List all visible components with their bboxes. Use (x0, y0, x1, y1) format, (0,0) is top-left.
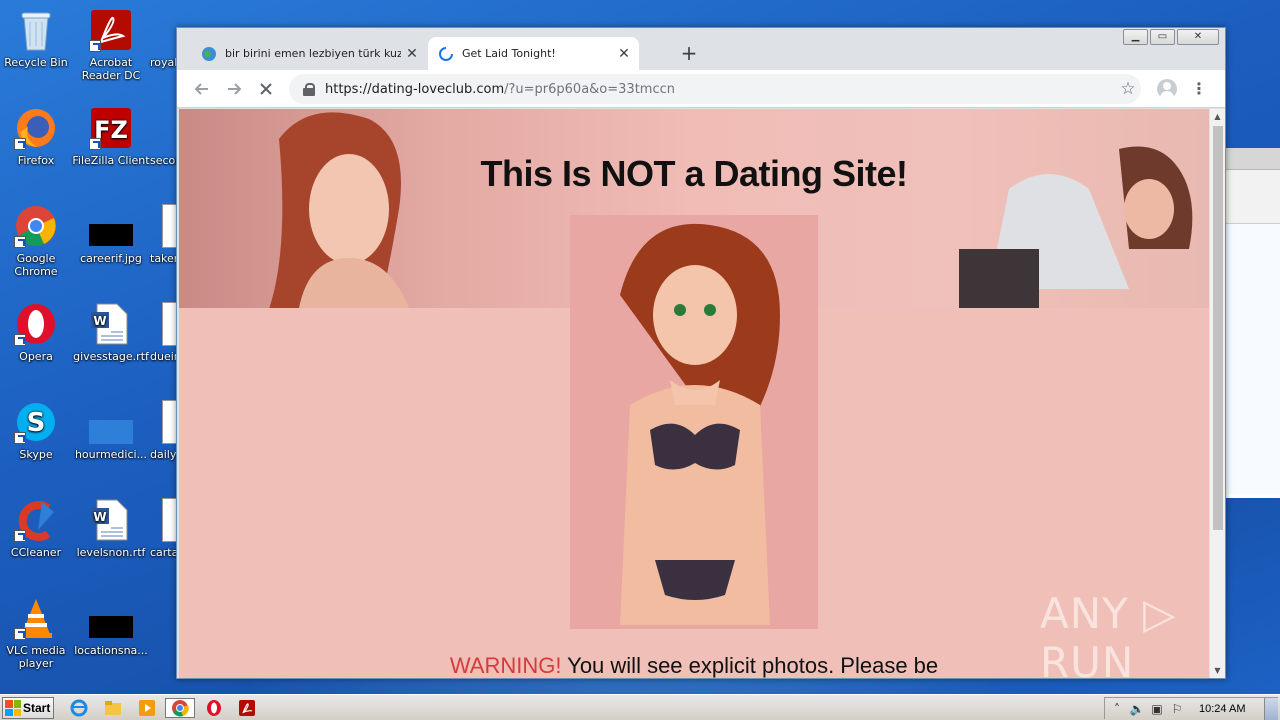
explorer-taskbar-icon[interactable] (102, 698, 124, 718)
acrobat-taskbar-icon[interactable] (236, 698, 258, 718)
image-file-icon (89, 204, 133, 248)
minimize-button[interactable]: ▁ (1123, 29, 1148, 45)
bookmark-star-icon[interactable]: ☆ (1117, 78, 1139, 100)
address-bar[interactable]: https://dating-loveclub.com/?u=pr6p60a&o… (289, 74, 1141, 104)
recycle-bin-icon (14, 8, 58, 52)
new-tab-button[interactable]: + (677, 41, 701, 65)
browser-toolbar: https://dating-loveclub.com/?u=pr6p60a&o… (177, 70, 1225, 108)
desktop-icon-opera[interactable]: Opera (0, 302, 78, 363)
back-button[interactable] (191, 78, 213, 100)
page-headline: This Is NOT a Dating Site! (480, 153, 908, 194)
desktop-icon-levelsnon[interactable]: W levelsnon.rtf (69, 498, 153, 559)
arrow-right-icon (228, 83, 242, 95)
close-window-button[interactable]: ✕ (1177, 29, 1219, 45)
url-path: /?u=pr6p60a&o=33tmccn (504, 81, 675, 97)
ie-taskbar-icon[interactable] (68, 698, 90, 718)
desktop-icon-filezilla[interactable]: FZ FileZilla Client (69, 106, 153, 167)
browser-window: bir birini emen lezbiyen türk kuzenler ✕… (176, 27, 1226, 679)
blue-file-icon (89, 400, 133, 444)
opera-icon (14, 302, 58, 346)
desktop-icon-locationsna[interactable]: locationsna... (69, 596, 153, 657)
kebab-menu-icon[interactable]: ⋮ (1191, 78, 1207, 100)
system-tray: ˄ 🔈 ▣ ⚐ 10:24 AM (1104, 697, 1278, 720)
desktop-icon-chrome[interactable]: Google Chrome (0, 204, 78, 278)
scroll-up-icon[interactable]: ▲ (1210, 109, 1225, 124)
ccleaner-icon (14, 498, 58, 542)
skype-icon: S (14, 400, 58, 444)
desktop-icon-vlc[interactable]: VLC media player (0, 596, 78, 670)
show-hidden-icons-icon[interactable]: ˄ (1109, 702, 1125, 716)
image-file-icon (89, 596, 133, 640)
tab-title: Get Laid Tonight! (462, 47, 556, 60)
stop-x-icon (260, 83, 272, 95)
windows-logo-icon (5, 700, 21, 716)
word-doc-icon: W (89, 302, 133, 346)
svg-text:W: W (93, 314, 106, 328)
anyrun-watermark: ANY ▷ RUN (1040, 589, 1177, 687)
globe-favicon-icon (201, 46, 217, 62)
arrow-left-icon (194, 83, 208, 95)
warning-message: You will see explicit photos. Please be (567, 653, 939, 678)
desktop-icon-skype[interactable]: S Skype (0, 400, 78, 461)
start-button[interactable]: Start (2, 697, 54, 719)
acrobat-icon (89, 8, 133, 52)
tab-active[interactable]: Get Laid Tonight! ✕ (428, 37, 639, 70)
scrollbar-thumb[interactable] (1213, 126, 1223, 530)
svg-text:S: S (27, 408, 46, 438)
action-center-flag-icon[interactable]: ⚐ (1169, 702, 1185, 716)
desktop-icon-ccleaner[interactable]: CCleaner (0, 498, 78, 559)
desktop-icon-recycle-bin[interactable]: Recycle Bin (0, 8, 78, 69)
svg-text:W: W (93, 510, 106, 524)
volume-icon[interactable]: 🔈 (1129, 702, 1145, 716)
tab-close-icon[interactable]: ✕ (613, 46, 635, 62)
desktop-icon-firefox[interactable]: Firefox (0, 106, 78, 167)
lock-icon (303, 83, 315, 96)
chrome-taskbar-icon[interactable] (165, 698, 195, 718)
desktop-icon-hourmedici[interactable]: hourmedici... (69, 400, 153, 461)
url-host: https://dating-loveclub.com (325, 81, 505, 97)
show-desktop-button[interactable] (1264, 698, 1278, 720)
hero-illustration (570, 215, 818, 629)
taskbar-clock[interactable]: 10:24 AM (1199, 703, 1245, 715)
stop-loading-button[interactable] (255, 78, 277, 100)
vlc-icon (14, 596, 58, 640)
filezilla-icon: FZ (89, 106, 133, 150)
desktop-icon-careerif[interactable]: careerif.jpg (69, 204, 153, 265)
media-player-taskbar-icon[interactable] (136, 698, 158, 718)
firefox-icon (14, 106, 58, 150)
word-doc-icon: W (89, 498, 133, 542)
desktop-icon-acrobat[interactable]: Acrobat Reader DC (69, 8, 153, 82)
taskbar: Start ˄ 🔈 ▣ ⚐ 10:24 AM (0, 694, 1280, 720)
opera-taskbar-icon[interactable] (203, 698, 225, 718)
desktop-icon-givesstage[interactable]: W givesstage.rtf (69, 302, 153, 363)
warning-label: WARNING! (449, 653, 562, 678)
banner-figure-left (269, 112, 409, 308)
window-controls: ▁ ▭ ✕ (1121, 29, 1219, 45)
forward-button[interactable] (223, 78, 245, 100)
maximize-button[interactable]: ▭ (1150, 29, 1175, 45)
network-icon[interactable]: ▣ (1149, 702, 1165, 716)
tab-title: bir birini emen lezbiyen türk kuzenler (225, 47, 401, 60)
tab-inactive[interactable]: bir birini emen lezbiyen türk kuzenler ✕ (191, 37, 427, 70)
background-window[interactable] (1222, 148, 1280, 498)
profile-avatar-icon[interactable] (1157, 79, 1177, 99)
tab-strip: bir birini emen lezbiyen türk kuzenler ✕… (177, 28, 1225, 70)
loading-spinner-icon (438, 46, 454, 62)
tab-close-icon[interactable]: ✕ (401, 46, 423, 62)
chrome-icon (14, 204, 58, 248)
